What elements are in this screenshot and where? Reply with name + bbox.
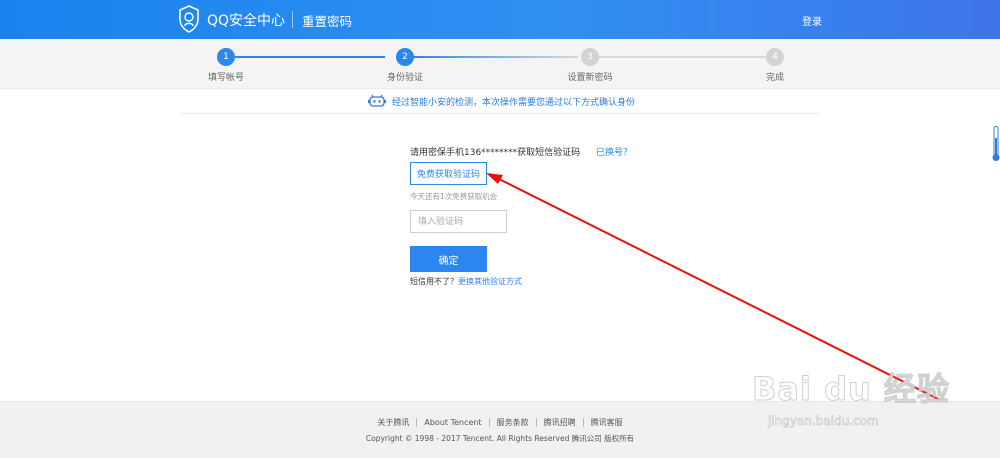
- page-title: 重置密码: [302, 14, 353, 29]
- robot-guard-icon: [368, 94, 386, 107]
- changed-number-link[interactable]: 已换号？: [596, 145, 632, 158]
- thermometer-icon[interactable]: [992, 126, 1000, 162]
- footer-link-about-en[interactable]: About Tencent: [424, 418, 481, 427]
- shield-logo-icon: [179, 5, 199, 33]
- confirm-button[interactable]: 确定: [410, 246, 487, 272]
- verification-notice: 经过智能小安的检测，本次操作需要您通过以下方式确认身份: [180, 90, 820, 114]
- footer-divider: [488, 418, 490, 427]
- step-1-label: 填写帐号: [207, 73, 244, 83]
- step-2-label: 身份验证: [386, 73, 423, 83]
- alt-prefix-text: 短信用不了？: [410, 277, 458, 286]
- step-progress: 1 2 3 4 填写帐号 身份验证 设置新密码 完成: [0, 39, 1000, 89]
- footer: 关于腾讯 About Tencent 服务条款 腾讯招聘 腾讯客服 Copyright …: [0, 401, 1000, 458]
- top-bar: QQ安全中心 重置密码 登录: [0, 0, 1000, 39]
- alternative-method-row: 短信用不了？更换其他验证方式: [410, 276, 522, 287]
- remaining-chances-text: 今天还有1次免费获取机会: [410, 192, 498, 201]
- footer-divider: [582, 418, 584, 427]
- phone-instruction: 请用密保手机136********获取短信验证码: [410, 148, 581, 158]
- notice-text: 经过智能小安的检测，本次操作需要您通过以下方式确认身份: [392, 98, 636, 108]
- get-code-button[interactable]: 免费获取验证码: [410, 162, 487, 185]
- step-connector: [235, 56, 385, 58]
- step-3-label: 设置新密码: [567, 73, 613, 83]
- switch-method-link[interactable]: 更换其他验证方式: [458, 277, 522, 286]
- footer-link-terms[interactable]: 服务条款: [497, 418, 529, 427]
- step-1-circle: 1: [217, 48, 235, 66]
- login-link[interactable]: 登录: [802, 13, 822, 28]
- footer-divider: [416, 418, 418, 427]
- step-2-circle: 2: [396, 48, 414, 66]
- footer-links: 关于腾讯 About Tencent 服务条款 腾讯招聘 腾讯客服: [0, 417, 1000, 428]
- step-connector: [598, 56, 766, 58]
- step-4-label: 完成: [765, 73, 784, 83]
- footer-link-support[interactable]: 腾讯客服: [591, 418, 623, 427]
- footer-divider: [535, 418, 537, 427]
- step-connector: [413, 56, 578, 58]
- copyright-text: Copyright © 1998 - 2017 Tencent. All Rig…: [365, 434, 635, 443]
- verification-code-input[interactable]: [410, 210, 507, 233]
- step-4-circle: 4: [766, 48, 784, 66]
- step-3-circle: 3: [581, 48, 599, 66]
- header-divider: [292, 11, 293, 28]
- brand-title[interactable]: QQ安全中心: [207, 10, 285, 30]
- footer-link-careers[interactable]: 腾讯招聘: [544, 418, 576, 427]
- footer-link-about[interactable]: 关于腾讯: [377, 418, 409, 427]
